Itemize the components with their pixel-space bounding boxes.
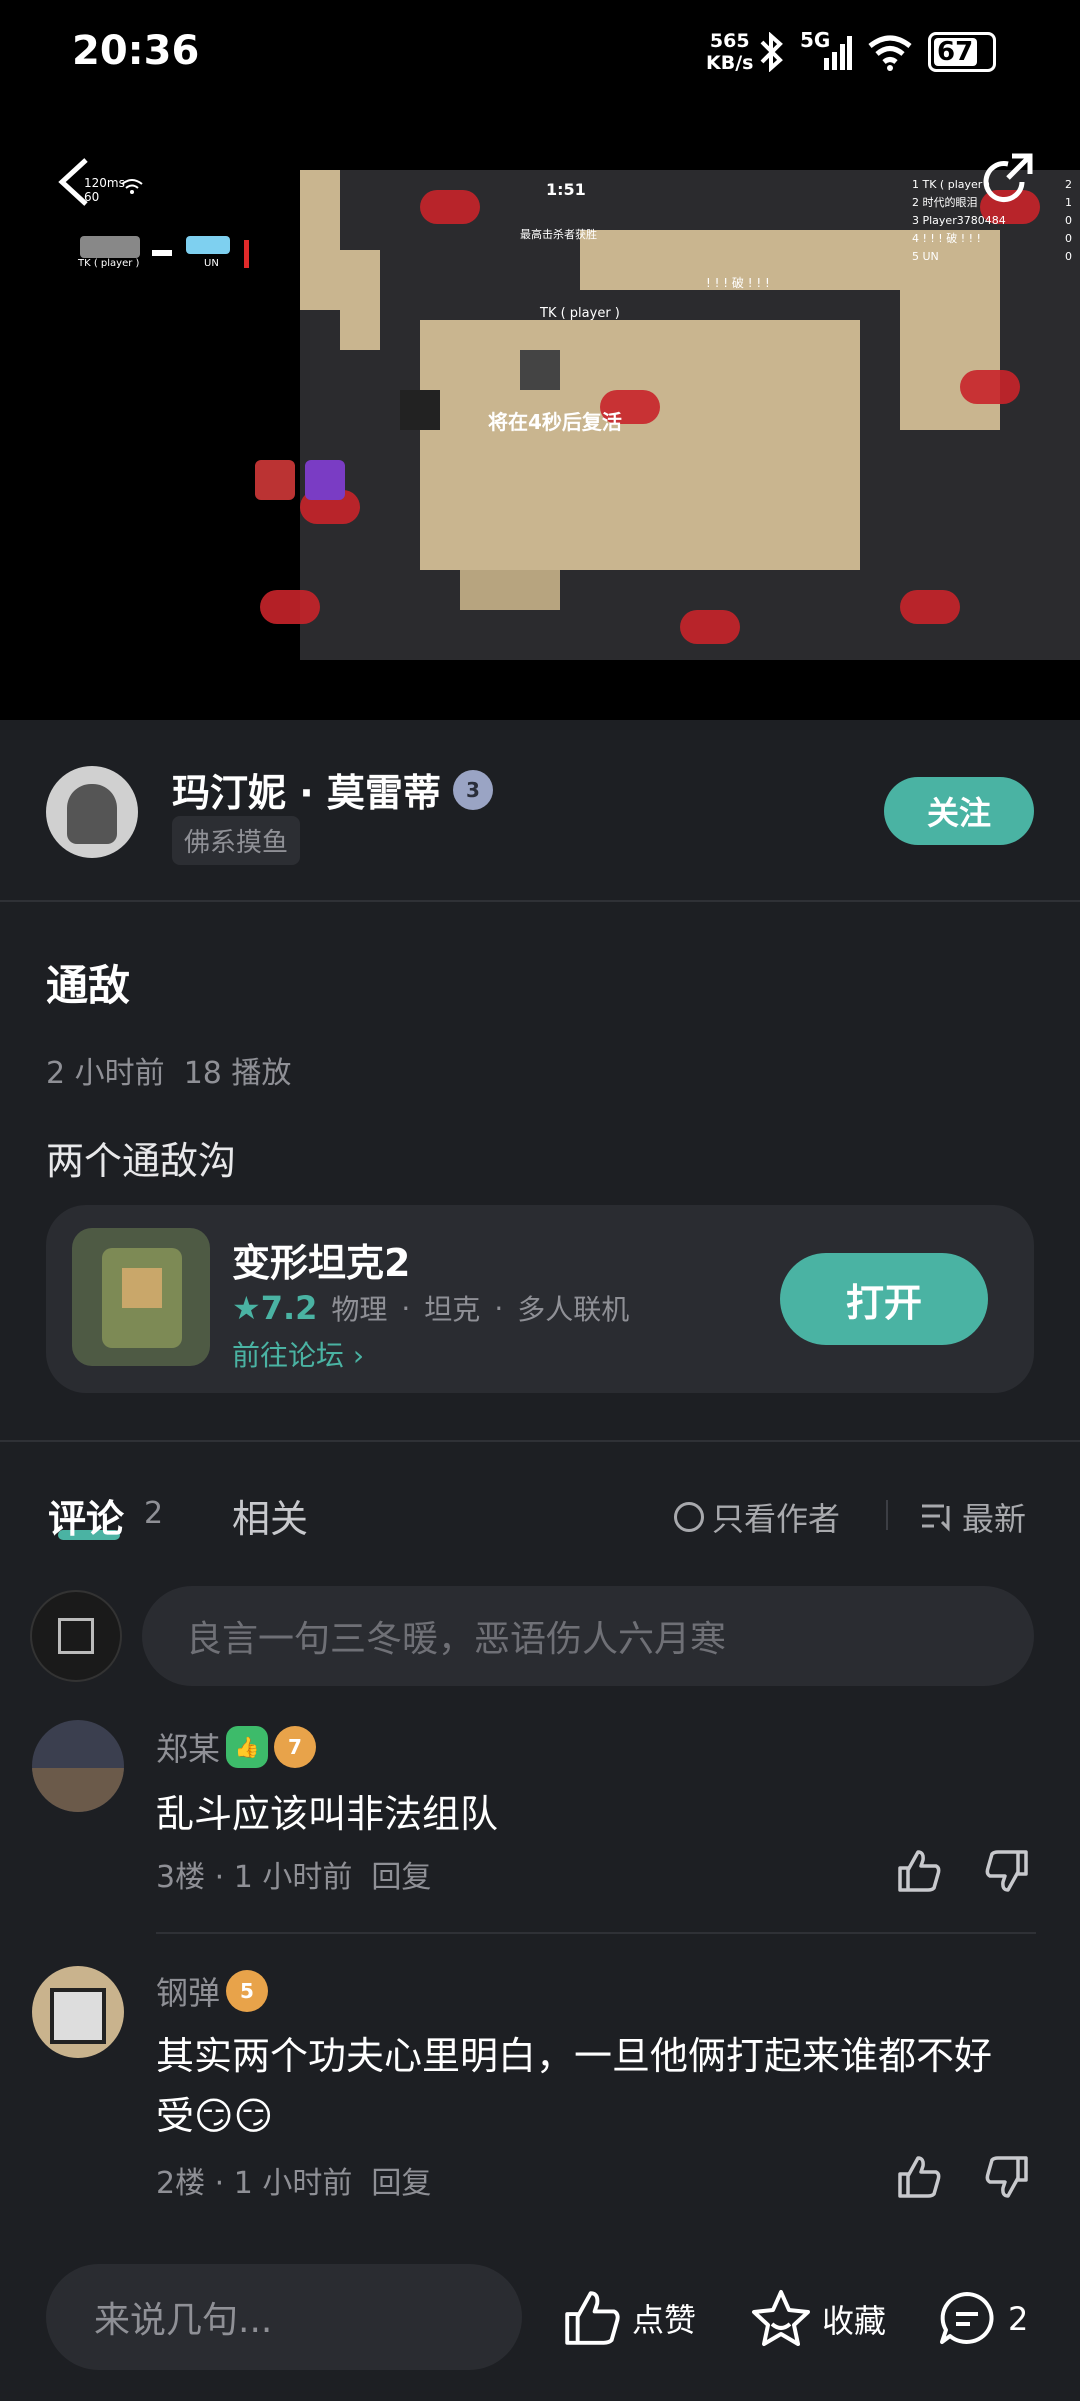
divider [886, 1500, 888, 1530]
comment-input[interactable]: 良言一句三冬暖，恶语伤人六月寒 [142, 1586, 1034, 1686]
match-timer: 1:51 [546, 180, 586, 199]
wifi-icon [868, 35, 912, 71]
vs-marker [152, 250, 172, 256]
comment-button[interactable]: 2 [936, 2288, 1028, 2350]
reply-button[interactable]: 回复 [371, 2166, 431, 2201]
author-tag: 佛系摸鱼 [172, 816, 301, 865]
ping-label: 120ms 60 [84, 176, 125, 204]
health-pickup-icon [255, 460, 295, 500]
post-body: 两个通敌沟 [46, 1139, 237, 1183]
like-button[interactable]: 点赞 [562, 2288, 696, 2348]
comment-meta: 3楼 · 1 小时前 回复 [156, 1860, 432, 1895]
post-meta: 2 小时前 18 播放 [46, 1056, 292, 1091]
forum-link[interactable]: 前往论坛 › [232, 1334, 364, 1374]
level-badge-icon: 3 [452, 769, 493, 810]
comment-username[interactable]: 郑某 [156, 1724, 220, 1770]
signal-icon: 5G [800, 28, 852, 72]
player2-label: UN [204, 258, 219, 269]
player1-label: TK ( player ) [78, 258, 140, 269]
comment-count: 2 [144, 1496, 164, 1531]
divider [0, 1440, 1080, 1442]
post-title: 通敌 [46, 961, 131, 1010]
bottom-comment-input[interactable]: 来说几句... [46, 2264, 522, 2370]
comment-avatar[interactable] [32, 1966, 124, 2058]
comment-username[interactable]: 钢弹 [156, 1968, 220, 2014]
game-icon[interactable] [72, 1228, 210, 1366]
battery-icon: 67 [928, 32, 996, 72]
tab-comments[interactable]: 评论 [48, 1488, 124, 1543]
objective-text: 最高击杀者获胜 [520, 228, 597, 241]
rating: ★7.2 [232, 1289, 318, 1327]
level-badge-icon: 7 [274, 1726, 317, 1768]
level-badge-icon: 5 [226, 1970, 269, 2012]
divider [156, 1932, 1036, 1934]
sort-icon [922, 1504, 950, 1532]
dislike-icon[interactable] [984, 1848, 1030, 1894]
player1-tank-icon [80, 236, 140, 258]
favorite-button[interactable]: 收藏 [750, 2288, 886, 2350]
follow-button[interactable]: 关注 [884, 777, 1034, 845]
thumbs-up-icon [565, 2291, 620, 2345]
tab-related[interactable]: 相关 [232, 1488, 308, 1543]
like-icon[interactable] [896, 2154, 942, 2200]
network-speed: 565 KB/s [706, 30, 754, 74]
dislike-icon[interactable] [984, 2154, 1030, 2200]
comment-icon [940, 2292, 994, 2344]
star-icon [752, 2290, 810, 2346]
radio-icon [674, 1502, 704, 1532]
sort-button[interactable]: 最新 [920, 1494, 1026, 1540]
comment-header: 钢弹 5 [156, 1968, 269, 2014]
my-avatar[interactable] [30, 1590, 122, 1682]
player2-tank-icon [186, 236, 230, 254]
comment-header: 郑某 👍 7 [156, 1724, 317, 1770]
comment-text: 乱斗应该叫非法组队 [156, 1792, 499, 1836]
player-tag: TK ( player ) [540, 306, 620, 321]
author-name[interactable]: 玛汀妮 · 莫雷蒂 3 [172, 762, 493, 817]
comment-text: 其实两个功夫心里明白，一旦他俩打起来谁都不好受😏😏 [156, 2034, 993, 2138]
hook-pickup-icon [305, 460, 345, 500]
thumbs-up-badge-icon: 👍 [226, 1726, 269, 1768]
share-icon[interactable] [978, 152, 1036, 210]
game-info: ★7.2 物理 · 坦克 · 多人联机 [232, 1289, 630, 1327]
reply-button[interactable]: 回复 [371, 1860, 431, 1895]
author-avatar[interactable] [46, 766, 138, 858]
bluetooth-icon [760, 32, 783, 72]
video-player[interactable]: 120ms 60 TK ( player ) UN 1:51 最高击杀者获胜 TK… [0, 110, 1080, 720]
comment-avatar[interactable] [32, 1720, 124, 1812]
enemy-tag: ! ! ! 破 ! ! ! [706, 276, 770, 290]
respawn-text: 将在4秒后复活 [488, 410, 622, 434]
author-only-toggle[interactable]: 只看作者 [674, 1494, 840, 1540]
status-time: 20:36 [72, 28, 200, 74]
status-icons: 5G 67 [758, 28, 996, 76]
open-game-button[interactable]: 打开 [780, 1253, 988, 1345]
like-icon[interactable] [896, 1848, 942, 1894]
divider [0, 900, 1080, 902]
wifi-icon [121, 179, 143, 194]
game-name[interactable]: 变形坦克2 [232, 1232, 410, 1287]
comment-meta: 2楼 · 1 小时前 回复 [156, 2166, 432, 2201]
health-bar [244, 240, 249, 268]
